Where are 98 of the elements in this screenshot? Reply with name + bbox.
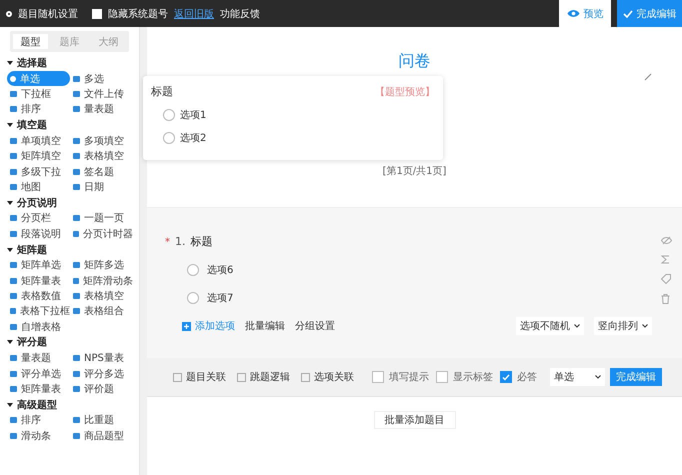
checkbox-label: 填写提示 xyxy=(389,370,429,384)
question-type-item[interactable]: 矩阵填空 xyxy=(7,148,70,164)
question-type-item[interactable]: 下拉框 xyxy=(7,86,70,102)
square-icon xyxy=(301,372,310,382)
option-label: 选项2 xyxy=(180,132,206,145)
question-type-item[interactable]: 表格数值 xyxy=(7,288,70,304)
trash-icon[interactable] xyxy=(661,294,670,304)
question-type-item[interactable]: 矩阵滑动条 xyxy=(70,272,133,288)
question-type-item[interactable]: 多选 xyxy=(70,71,133,86)
hide-number-checkbox[interactable] xyxy=(92,8,102,18)
dot-icon xyxy=(6,10,12,16)
group-heading[interactable]: 填空题 xyxy=(17,118,47,132)
square-icon xyxy=(173,372,182,382)
question-type-item[interactable]: 评分多选 xyxy=(70,366,133,382)
pencil-icon[interactable] xyxy=(644,73,652,81)
question-number: 1. xyxy=(175,235,186,248)
logic-link[interactable]: 题目关联 xyxy=(173,370,226,384)
question-type-item[interactable]: 评分单选 xyxy=(7,366,70,382)
question-title[interactable]: 标题 xyxy=(190,234,212,249)
option-label[interactable]: 选项7 xyxy=(207,291,234,305)
question-type-item[interactable]: 量表题 xyxy=(7,350,70,366)
question-type-item[interactable]: 自增表格 xyxy=(7,319,70,334)
question-type-item[interactable]: 表格下拉框 xyxy=(7,304,70,320)
question-type-item[interactable]: 评价题 xyxy=(70,381,133,397)
option-label[interactable]: 选项6 xyxy=(207,263,234,277)
page-indicator: [第1页/共1页] xyxy=(382,164,446,178)
question-type-item[interactable]: 地图 xyxy=(7,179,70,195)
caret-down-icon[interactable] xyxy=(7,200,13,205)
group-heading[interactable]: 评分题 xyxy=(17,335,47,350)
logic-link[interactable]: 选项关联 xyxy=(301,370,354,384)
square-icon xyxy=(237,372,246,382)
question-type-item[interactable]: 分页计时器 xyxy=(70,226,133,242)
question-type-item[interactable]: 单项填空 xyxy=(7,133,70,149)
caret-down-icon[interactable] xyxy=(7,61,13,65)
question-type-item[interactable]: 签名题 xyxy=(70,164,133,180)
caret-down-icon[interactable] xyxy=(7,402,13,407)
back-link[interactable]: 返回旧版 xyxy=(174,6,214,20)
checkbox-label: 显示标签 xyxy=(453,370,493,384)
plus-icon xyxy=(182,322,191,330)
question-type-item[interactable]: 表格组合 xyxy=(70,304,133,320)
question-type-item[interactable]: 矩阵单选 xyxy=(7,258,70,273)
eye-icon xyxy=(566,9,580,18)
group-heading[interactable]: 高级题型 xyxy=(17,398,57,412)
question-type-item[interactable]: 矩阵多选 xyxy=(70,258,133,273)
question-type-item[interactable]: 排序 xyxy=(7,102,70,118)
chevron-down-icon xyxy=(574,324,580,328)
random-setting-link[interactable]: 题目随机设置 xyxy=(18,6,78,20)
question-type-item[interactable]: 多级下拉 xyxy=(7,164,70,180)
question-type-item[interactable]: 日期 xyxy=(70,179,133,195)
popover-title: 标题 xyxy=(151,84,173,99)
checkbox-label: 必答 xyxy=(517,370,537,384)
hide-number-label: 隐藏系统题号 xyxy=(108,8,168,20)
type-select[interactable]: 单选 xyxy=(550,368,605,386)
question-type-item[interactable]: 分页栏 xyxy=(7,210,70,226)
chevron-down-icon xyxy=(642,324,648,328)
option-label: 选项1 xyxy=(180,108,206,122)
group-heading[interactable]: 矩阵题 xyxy=(17,242,47,257)
sigma-icon[interactable] xyxy=(661,255,670,264)
caret-down-icon[interactable] xyxy=(7,248,13,252)
logic-link[interactable]: 跳题逻辑 xyxy=(237,370,290,384)
dropdown[interactable]: 选项不随机 xyxy=(516,317,584,335)
question-type-item[interactable]: 一题一页 xyxy=(70,210,133,226)
question-type-item[interactable]: 滑动条 xyxy=(7,428,70,444)
question-type-item[interactable]: 矩阵量表 xyxy=(7,272,70,288)
batch-add-button[interactable]: 批量添加题目 xyxy=(374,411,456,429)
checkmark-icon xyxy=(622,10,632,18)
required-mark: * xyxy=(165,237,170,248)
dropdown[interactable]: 竖向排列 xyxy=(594,317,652,335)
group-heading[interactable]: 分页说明 xyxy=(17,196,57,210)
action-button[interactable]: 分组设置 xyxy=(295,319,335,333)
chevron-down-icon xyxy=(595,375,601,379)
sidebar-tab[interactable]: 题型 xyxy=(13,34,48,49)
eye-slash-icon[interactable] xyxy=(661,236,672,245)
question-type-item[interactable]: 段落说明 xyxy=(7,226,70,242)
question-type-item[interactable]: 比重题 xyxy=(70,412,133,428)
caret-down-icon[interactable] xyxy=(7,340,13,344)
scrollbar-track[interactable] xyxy=(140,27,147,475)
question-type-item[interactable]: 量表题 xyxy=(70,102,133,118)
tag-icon[interactable] xyxy=(661,274,671,284)
question-type-item[interactable]: 多项填空 xyxy=(70,133,133,149)
question-type-item[interactable]: 矩阵量表 xyxy=(7,381,70,397)
radio-button[interactable] xyxy=(187,292,199,304)
question-type-item[interactable]: 商品题型 xyxy=(70,428,133,444)
caret-down-icon[interactable] xyxy=(7,123,13,128)
popover-tag: 【题型预览】 xyxy=(375,84,435,98)
group-heading[interactable]: 选择题 xyxy=(17,56,47,70)
preview-button[interactable]: 预览 xyxy=(559,0,611,27)
question-type-item[interactable]: 文件上传 xyxy=(70,86,133,102)
question-type-item[interactable]: 表格填空 xyxy=(70,288,133,304)
question-type-item[interactable]: 表格填空 xyxy=(70,148,133,164)
feedback-link[interactable]: 功能反馈 xyxy=(220,6,260,20)
checkbox[interactable] xyxy=(372,371,384,383)
question-type-item[interactable]: NPS量表 xyxy=(70,350,133,366)
checkbox[interactable] xyxy=(500,371,512,383)
radio-button[interactable] xyxy=(187,264,199,276)
action-button[interactable]: 批量编辑 xyxy=(245,319,285,333)
question-type-item[interactable]: 排序 xyxy=(7,412,70,428)
checkbox[interactable] xyxy=(436,371,448,383)
